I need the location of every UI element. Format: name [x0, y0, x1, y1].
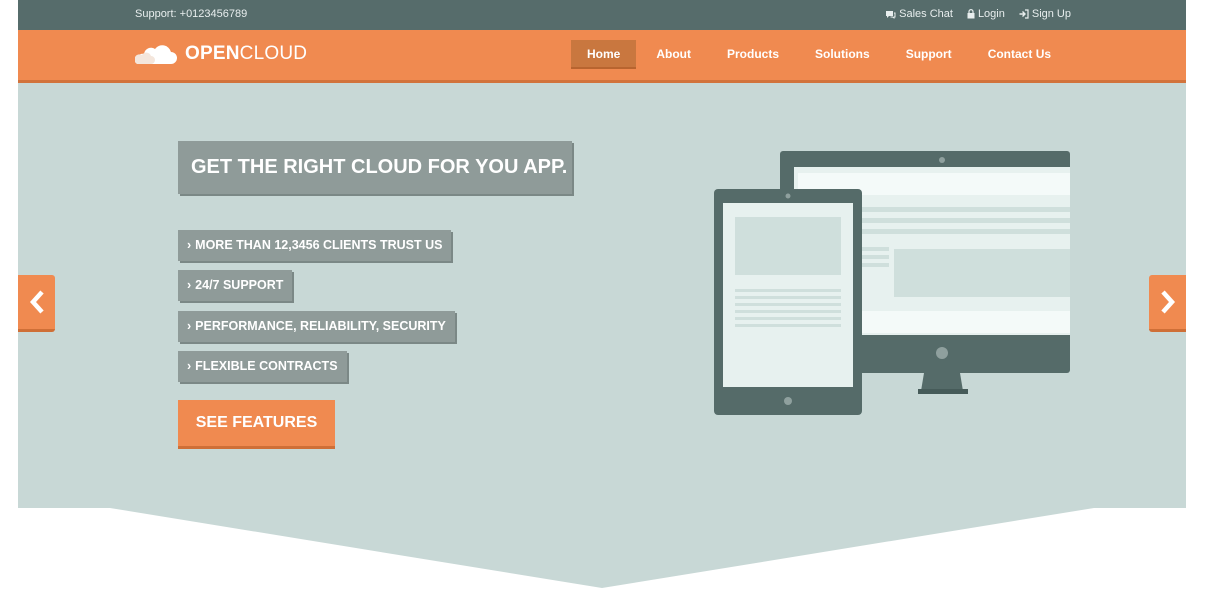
lock-icon: [967, 9, 975, 19]
chevron-left-icon: [29, 290, 44, 314]
hero-bottom-chevron: [110, 508, 1094, 588]
carousel-prev-button[interactable]: [18, 275, 55, 332]
feature-item: › PERFORMANCE, RELIABILITY, SECURITY: [178, 311, 455, 342]
sales-chat-link[interactable]: Sales Chat: [885, 8, 953, 20]
chevron-right-icon: ›: [187, 359, 192, 373]
page-frame: Support: +0123456789 Sales Chat Login Si…: [18, 0, 1186, 604]
devices-illustration: [714, 151, 1070, 415]
brand-name-light: CLOUD: [239, 43, 308, 64]
nav-item-support[interactable]: Support: [890, 40, 968, 69]
nav-item-contact-us[interactable]: Contact Us: [972, 40, 1067, 69]
top-bar: Support: +0123456789 Sales Chat Login Si…: [18, 0, 1186, 30]
chevron-right-icon: ›: [187, 278, 192, 292]
nav-item-home[interactable]: Home: [571, 40, 637, 69]
feature-item: › MORE THAN 12,3456 CLIENTS TRUST US: [178, 230, 452, 261]
brand-name-bold: OPEN: [185, 43, 240, 64]
top-links: Sales Chat Login Sign Up: [885, 8, 1071, 20]
hero-banner: GET THE RIGHT CLOUD FOR YOU APP. › MORE T…: [18, 83, 1186, 508]
see-features-button[interactable]: SEE FEATURES: [178, 400, 335, 449]
sign-up-link[interactable]: Sign Up: [1019, 8, 1071, 20]
chevron-right-icon: ›: [187, 238, 192, 252]
feature-item: › FLEXIBLE CONTRACTS: [178, 351, 347, 382]
support-phone: Support: +0123456789: [135, 8, 248, 20]
chevron-right-icon: ›: [187, 319, 192, 333]
nav-item-products[interactable]: Products: [711, 40, 795, 69]
carousel-next-button[interactable]: [1149, 275, 1186, 332]
cloud-logo-icon: [135, 45, 177, 64]
brand-logo[interactable]: OPENCLOUD: [135, 42, 307, 66]
hero-headline: GET THE RIGHT CLOUD FOR YOU APP.: [178, 141, 572, 194]
tablet-icon: [714, 189, 862, 415]
feature-item: › 24/7 SUPPORT: [178, 270, 293, 301]
nav-item-about[interactable]: About: [640, 40, 707, 69]
chevron-right-icon: [1160, 290, 1175, 314]
nav-menu: Home About Products Solutions Support Co…: [571, 40, 1071, 69]
nav-item-solutions[interactable]: Solutions: [799, 40, 886, 69]
sign-in-icon: [1019, 9, 1029, 19]
main-nav: OPENCLOUD Home About Products Solutions …: [18, 30, 1186, 83]
login-link[interactable]: Login: [967, 8, 1005, 20]
chat-icon: [885, 10, 896, 19]
